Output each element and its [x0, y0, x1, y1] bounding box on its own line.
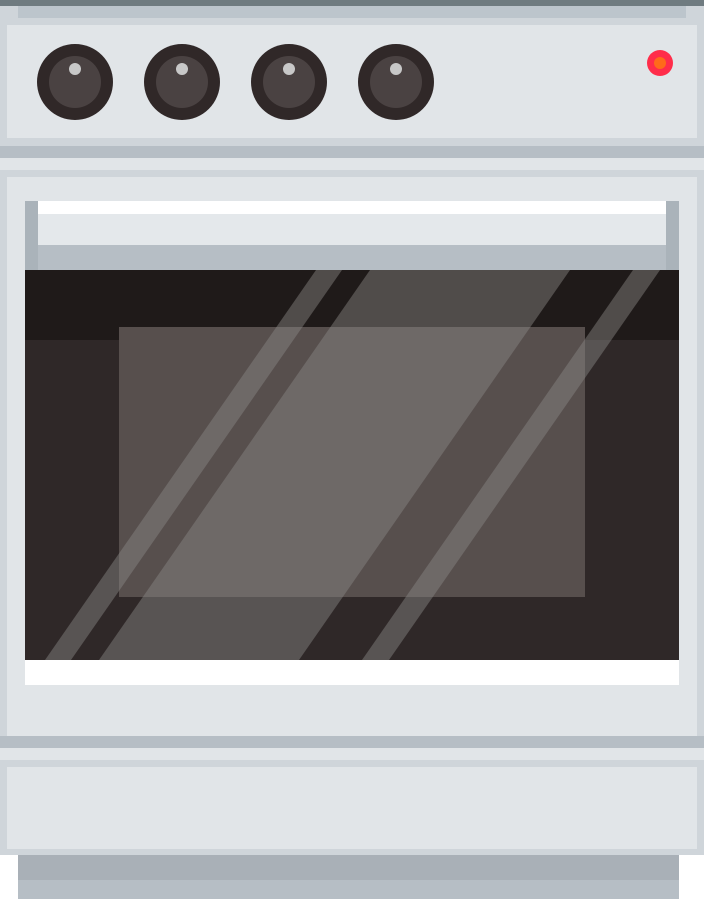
control-panel-divider [0, 146, 704, 158]
oven-gap [0, 158, 704, 172]
handle-top-highlight [25, 201, 679, 214]
storage-drawer[interactable] [0, 760, 704, 855]
lower-gap [0, 748, 704, 760]
oven-door-handle[interactable] [25, 201, 679, 270]
plinth-lower [18, 880, 679, 899]
handle-bar [38, 214, 666, 245]
lower-divider [0, 736, 704, 748]
indicator-light [647, 50, 673, 76]
handle-right-post [666, 201, 679, 270]
oven-window [25, 270, 679, 685]
oven-illustration [0, 0, 704, 899]
top-strip-inner [18, 6, 686, 19]
drawer-face [7, 767, 697, 849]
handle-left-post [25, 201, 38, 270]
knob-4[interactable] [358, 44, 434, 120]
oven-svg [0, 0, 704, 899]
knob-2[interactable] [144, 44, 220, 120]
knob-1-dot [69, 63, 81, 75]
knob-1[interactable] [37, 44, 113, 120]
knob-2-dot [176, 63, 188, 75]
knob-3-dot [283, 63, 295, 75]
knob-4-dot [390, 63, 402, 75]
knob-3[interactable] [251, 44, 327, 120]
indicator-core [654, 57, 666, 69]
